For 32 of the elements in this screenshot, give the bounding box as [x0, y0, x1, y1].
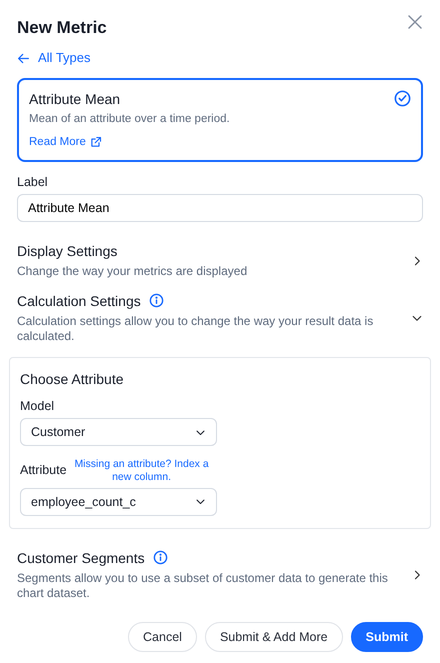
card-description: Mean of an attribute over a time period. [29, 112, 231, 127]
section-title: Display Settings [17, 242, 118, 260]
settings-section[interactable]: Customer Segments Segments allow you to use a subset of customer data to generate this chart dataset. [17, 548, 423, 602]
info-icon[interactable] [152, 550, 168, 566]
label-input[interactable]: Attribute Mean [17, 194, 423, 222]
action-button[interactable]: Submit & Add More [204, 622, 343, 652]
field-label: Attribute [20, 462, 67, 479]
settings-section[interactable]: Calculation Settings Calculation settings allow you to change the way your result data is calculated. [17, 292, 423, 346]
metric-type-card[interactable]: Attribute Mean Mean of an attribute over a time period. Read More [17, 78, 423, 162]
external-link-icon [90, 136, 102, 148]
action-button[interactable]: Submit [350, 622, 423, 652]
action-button[interactable]: Cancel [128, 622, 197, 652]
index-column-link[interactable]: Missing an attribute? Index a new column. [66, 458, 217, 484]
section-description: Calculation settings allow you to change the way your result data is calculated. [17, 314, 374, 346]
select-field[interactable]: employee_count_c [20, 488, 217, 516]
card-title: Attribute Mean [29, 90, 120, 108]
field-label: Label [17, 174, 49, 190]
select-field[interactable]: Customer [20, 418, 217, 446]
settings-section[interactable]: Display Settings Change the way your metrics are displayed [17, 242, 423, 280]
arrow-left-icon [17, 52, 30, 66]
dialog-title: New Metric [17, 18, 107, 38]
close-icon[interactable] [407, 14, 423, 30]
section-title: Calculation Settings [17, 292, 141, 310]
panel-title: Choose Attribute [20, 370, 125, 388]
field-label: Model [20, 398, 56, 414]
check-circle-icon [394, 90, 411, 108]
section-description: Segments allow you to use a subset of customer data to generate this chart dataset. [17, 570, 389, 602]
back-link[interactable]: All Types [17, 50, 91, 68]
read-more-link[interactable]: Read More [29, 134, 102, 150]
info-icon[interactable] [148, 293, 164, 308]
section-description: Change the way your metrics are displayed [17, 264, 248, 280]
section-title: Customer Segments [17, 548, 145, 567]
